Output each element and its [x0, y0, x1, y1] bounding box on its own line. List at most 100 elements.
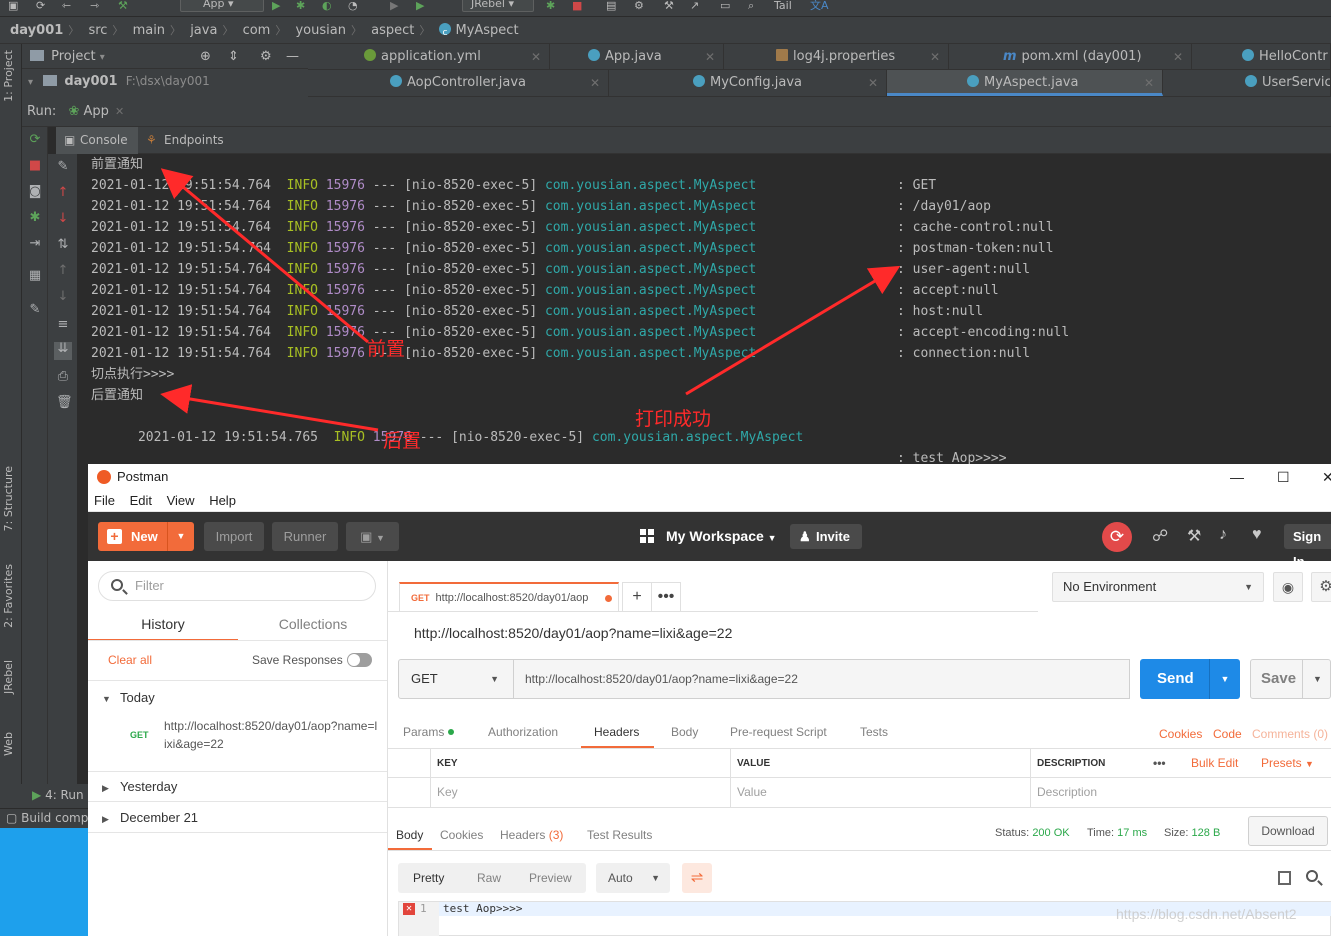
close-icon[interactable]: ✕ — [868, 70, 878, 96]
format-select[interactable]: Auto ▼ — [596, 863, 670, 893]
breadcrumb-item[interactable]: java — [190, 17, 217, 44]
rerun-icon[interactable]: ⟳ — [28, 133, 42, 147]
comments-link[interactable]: Comments (0) — [1252, 727, 1328, 741]
tab-collections[interactable]: Collections — [238, 613, 388, 641]
scroll-to-end-icon[interactable]: ⇊ — [54, 342, 72, 360]
environment-select[interactable]: No Environment ▼ — [1052, 572, 1264, 602]
camera-icon[interactable]: ◙ — [28, 185, 42, 199]
collapse-icon[interactable]: ⇕ — [228, 44, 239, 69]
edit-icon[interactable]: ✎ — [56, 160, 70, 174]
chevron-down-icon[interactable]: ▾ — [28, 77, 33, 88]
back-icon[interactable]: ⇽ — [62, 0, 71, 14]
menu-help[interactable]: Help — [209, 493, 236, 508]
tab-params[interactable]: Params — [403, 725, 455, 739]
breadcrumb-item[interactable]: src — [88, 17, 107, 44]
run-disabled-icon[interactable]: ▶ — [390, 0, 398, 14]
sync-icon[interactable]: ⟳ — [1102, 522, 1132, 552]
eye-icon[interactable]: ◉ — [1273, 572, 1303, 602]
key-input[interactable]: Key — [430, 778, 730, 808]
view-preview[interactable]: Preview — [529, 863, 572, 893]
view-raw[interactable]: Raw — [477, 863, 501, 893]
chevron-down-icon[interactable]: ▼ — [1302, 660, 1331, 698]
chevron-down-icon[interactable]: ▼ — [1209, 659, 1240, 699]
value-input[interactable]: Value — [730, 778, 1030, 808]
new-button[interactable]: + New ▼ — [98, 522, 194, 551]
history-item[interactable]: GET http://localhost:8520/day01/aop?name… — [88, 708, 387, 770]
layout-icon[interactable]: ▦ — [28, 269, 42, 283]
invite-button[interactable]: ♟ Invite — [790, 524, 862, 549]
sign-in-button[interactable]: Sign In — [1284, 524, 1331, 569]
clear-all-link[interactable]: Clear all — [108, 653, 152, 667]
close-icon[interactable]: ✕ — [1322, 464, 1331, 490]
response-tab-test-results[interactable]: Test Results — [587, 828, 652, 842]
tail-label[interactable]: Tail — [774, 0, 792, 14]
tool-tab-favorites[interactable]: 2: Favorites — [2, 564, 20, 628]
close-icon[interactable]: ✕ — [590, 70, 600, 96]
filter-input[interactable]: Filter — [98, 571, 376, 601]
breadcrumb-item[interactable]: aspect — [371, 17, 414, 44]
send-button[interactable]: Send ▼ — [1140, 659, 1240, 699]
breadcrumb-item[interactable]: main — [133, 17, 165, 44]
tab-userservice[interactable]: UserService — [1163, 70, 1331, 96]
jrebel-run-icon[interactable]: ▶ — [416, 0, 424, 14]
description-input[interactable]: Description — [1030, 778, 1331, 808]
wrench-icon[interactable]: ⚒ — [664, 0, 674, 14]
runner-button[interactable]: Runner — [272, 522, 338, 551]
menu-file[interactable]: File — [94, 493, 115, 508]
presets-dropdown[interactable]: Presets ▼ — [1261, 749, 1314, 779]
vcs-icon[interactable]: ↗ — [690, 0, 699, 14]
workspace-switcher[interactable]: My Workspace ▼ — [640, 522, 777, 551]
sort-icon[interactable]: ⇅ — [56, 238, 70, 252]
tab-aopcontroller[interactable]: AopController.java ✕ — [308, 70, 609, 96]
close-icon[interactable]: ✕ — [1144, 70, 1154, 93]
save-responses-toggle[interactable] — [347, 653, 372, 667]
save-icon[interactable]: ▣ — [8, 0, 18, 14]
tool-tab-structure[interactable]: 7: Structure — [2, 466, 20, 531]
project-panel-title[interactable]: Project — [51, 49, 95, 64]
save-button[interactable]: Save ▼ — [1250, 659, 1331, 699]
print-icon[interactable]: ⎙ — [56, 370, 70, 384]
more-icon[interactable]: ••• — [1153, 749, 1166, 778]
tab-myaspect[interactable]: MyAspect.java ✕ — [887, 70, 1163, 96]
new-window-button[interactable]: ▣ ▼ — [346, 522, 399, 551]
down-disabled-icon[interactable]: ↓ — [56, 290, 70, 304]
arrow-up-icon[interactable]: ↑ — [56, 186, 70, 200]
stop-icon[interactable]: ■ — [572, 0, 582, 14]
project-structure-icon[interactable]: ▤ — [606, 0, 616, 14]
import-button[interactable]: Import — [204, 522, 264, 551]
run-config-select[interactable]: App ▾ — [180, 0, 264, 12]
tab-tests[interactable]: Tests — [860, 725, 888, 739]
history-group-today[interactable]: ▼ Today — [102, 690, 155, 705]
tab-pom-xml[interactable]: m pom.xml (day001) ✕ — [949, 44, 1192, 70]
sync-icon[interactable]: ⟳ — [36, 0, 45, 14]
jrebel-select[interactable]: JRebel ▾ — [462, 0, 534, 12]
maximize-icon[interactable]: ☐ — [1277, 464, 1290, 490]
bell-icon[interactable]: ♪ — [1219, 526, 1227, 544]
close-icon[interactable]: ✕ — [531, 44, 541, 70]
response-tab-body[interactable]: Body — [396, 828, 423, 842]
tab-log4j-properties[interactable]: log4j.properties ✕ — [724, 44, 949, 70]
download-button[interactable]: Download — [1248, 816, 1328, 846]
method-select[interactable]: GET ▼ — [398, 659, 514, 699]
run-icon[interactable]: ▶ — [272, 0, 280, 14]
tab-application-yml[interactable]: application.yml ✕ — [308, 44, 550, 70]
view-pretty[interactable]: Pretty — [413, 863, 444, 893]
bulk-edit-link[interactable]: Bulk Edit — [1191, 749, 1238, 778]
trash-icon[interactable]: 🗑 — [56, 396, 73, 410]
wrench-icon[interactable]: ⚒ — [1187, 526, 1201, 546]
run-config-name[interactable]: App — [84, 104, 109, 119]
terminal-icon[interactable]: ▭ — [720, 0, 730, 14]
soft-wrap-icon[interactable]: ≡ — [56, 318, 70, 332]
tab-hellocontroller[interactable]: HelloContr — [1192, 44, 1331, 70]
settings-icon[interactable]: ⚙ — [634, 0, 644, 14]
tool-tab-project[interactable]: 1: Project — [2, 50, 20, 102]
response-tab-cookies[interactable]: Cookies — [440, 828, 483, 842]
cookies-link[interactable]: Cookies — [1159, 727, 1202, 741]
satellite-icon[interactable]: ☍ — [1152, 526, 1168, 546]
close-icon[interactable]: ✕ — [115, 105, 124, 118]
search-icon[interactable] — [1306, 870, 1318, 882]
close-icon[interactable]: ✕ — [930, 44, 940, 70]
translate-icon[interactable]: 文A — [810, 0, 829, 14]
debug-icon[interactable]: ✱ — [296, 0, 305, 14]
arrow-down-icon[interactable]: ↓ — [56, 212, 70, 226]
